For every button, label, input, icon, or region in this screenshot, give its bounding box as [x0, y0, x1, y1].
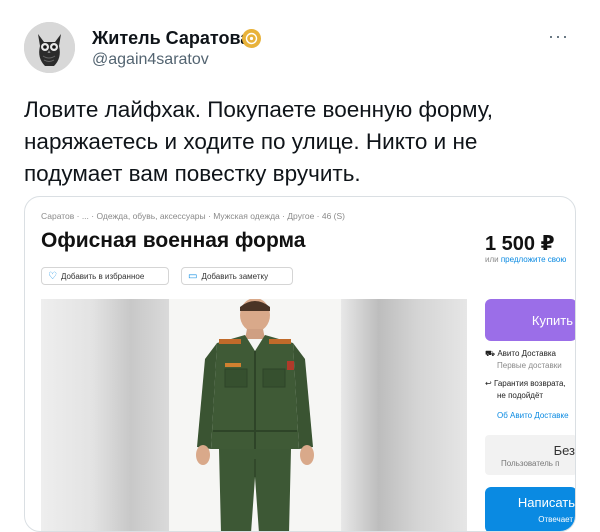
tweet-text-line: Ловите лайфхак. Покупаете военную форму, — [24, 97, 493, 122]
buy-button: Купить — [485, 299, 575, 341]
tweet-text-line: наряжаетесь и ходите по улице. Никто и н… — [24, 129, 478, 154]
tweet-text-line: подумает вам повестку вручить. — [24, 161, 361, 186]
tweet-text: Ловите лайфхак. Покупаете военную форму,… — [24, 94, 584, 190]
delivery-sub: Первые доставки — [497, 361, 562, 370]
heart-icon: ♡ — [48, 270, 57, 282]
attached-image[interactable]: Саратов · ... · Одежда, обувь, аксессуар… — [24, 196, 576, 532]
seller-box-sub: Пользователь п — [501, 459, 560, 468]
uniform-image — [169, 299, 341, 531]
message-button: Написать Отвечает — [485, 487, 575, 531]
display-name[interactable]: Житель Саратова — [92, 28, 250, 49]
listing-sidebar: Купить ⛟ Авито Доставка Первые доставки … — [485, 299, 575, 531]
truck-icon: ⛟ — [485, 349, 496, 358]
more-options-icon[interactable]: ··· — [548, 26, 569, 47]
delivery-label: Авито Доставка — [497, 349, 556, 358]
delivery-row: ⛟ Авито Доставка — [485, 349, 556, 359]
owl-avatar-icon — [24, 22, 75, 73]
message-sub: Отвечает — [538, 515, 573, 524]
add-to-favorites-button: ♡ Добавить в избранное — [41, 267, 169, 285]
price: 1 500 ₽ — [485, 233, 555, 255]
listing-title: Офисная военная форма — [41, 229, 306, 252]
add-note-button: ▭ Добавить заметку — [181, 267, 293, 285]
seller-box-title: Без — [553, 443, 575, 458]
seller-box: Без Пользователь п — [485, 435, 575, 475]
note-label: Добавить заметку — [201, 271, 269, 281]
price-note-prefix: или — [485, 255, 501, 264]
guarantee-sub: не подойдёт — [497, 391, 544, 400]
avatar[interactable] — [24, 22, 75, 73]
price-offer-link: предложите свою — [500, 255, 567, 264]
verified-badge-icon — [242, 29, 261, 48]
soldier-uniform-icon — [196, 299, 314, 531]
note-icon: ▭ — [188, 270, 198, 282]
blurred-background — [341, 299, 467, 531]
blurred-background — [41, 299, 169, 531]
favorite-label: Добавить в избранное — [60, 271, 145, 281]
return-icon: ↩ — [485, 379, 492, 388]
guarantee-row: ↩ Гарантия возврата, — [485, 379, 566, 388]
product-photo — [41, 299, 467, 531]
handle[interactable]: @again4saratov — [92, 51, 209, 69]
tweet: Житель Саратова @again4saratov ··· Ловит… — [0, 0, 600, 532]
price-note: или предложите свою — [485, 255, 566, 264]
guarantee-label: Гарантия возврата, — [493, 379, 566, 388]
breadcrumb: Саратов · ... · Одежда, обувь, аксессуар… — [41, 211, 346, 221]
message-label: Написать — [517, 495, 575, 510]
about-delivery-link: Об Авито Доставке — [497, 411, 569, 420]
